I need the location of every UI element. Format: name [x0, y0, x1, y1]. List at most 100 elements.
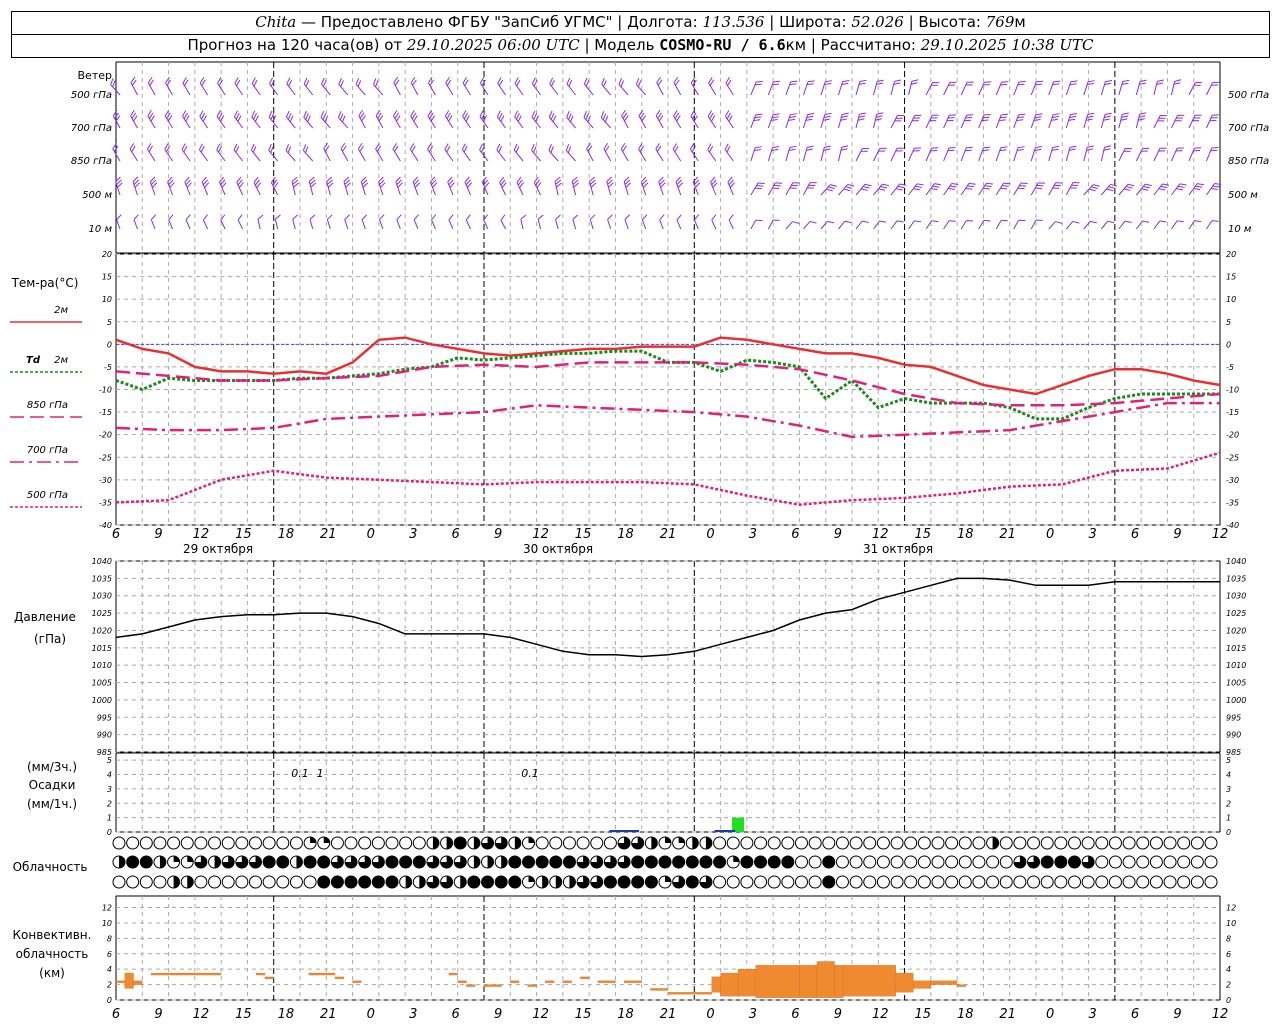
- cloud-fill-sector: [419, 876, 426, 888]
- cloud-circle: [358, 836, 372, 850]
- cloud-cover-icon: [699, 855, 713, 869]
- convective-bar: [352, 980, 362, 983]
- cloud-cover-icon: [153, 855, 167, 869]
- wind-barb-icon: [767, 182, 783, 196]
- wind-barb-staff: [147, 82, 156, 96]
- wind-barb-icon: [659, 214, 665, 230]
- wind-barb-staff: [586, 148, 594, 162]
- cloud-cover-icon: [249, 875, 262, 889]
- wind-barb-staff: [785, 182, 794, 196]
- wind-barb-icon: [708, 77, 717, 96]
- wind-barb-icon: [855, 148, 870, 162]
- cloud-cover-icon: [644, 836, 658, 850]
- time-axis-label: 6: [452, 1007, 460, 1022]
- cloud-circle: [644, 855, 658, 869]
- wind-barb-icon: [728, 214, 734, 230]
- cloud-circle: [194, 875, 208, 889]
- temp-tick-right: -10: [1226, 386, 1239, 395]
- wind-barb-staff: [251, 116, 261, 129]
- wind-barb-staff: [133, 219, 138, 230]
- cloud-circle: [986, 855, 1000, 869]
- wind-barb-staff: [396, 219, 401, 230]
- wind-barb-icon: [1188, 147, 1202, 162]
- wind-barb-icon: [520, 214, 527, 230]
- wind-barb-staff: [182, 115, 191, 129]
- wind-barb-feather: [589, 214, 596, 220]
- cloud-cover-icon: [494, 855, 508, 869]
- cloud-circle: [754, 836, 768, 850]
- time-axis-label: 3: [1088, 527, 1096, 542]
- wind-barb-feather: [1018, 80, 1026, 83]
- wind-barb-feather: [1038, 182, 1045, 184]
- wind-barb-staff: [708, 82, 717, 96]
- wind-barb-staff: [445, 82, 454, 96]
- cloud-circle: [863, 855, 877, 869]
- convective-bar: [597, 980, 616, 983]
- wind-barb-staff: [116, 219, 121, 230]
- wind-barb-feather: [842, 80, 850, 83]
- cloud-cover-icon: [795, 875, 808, 889]
- convective-panel: [115, 961, 967, 998]
- cloud-cover-icon: [590, 836, 604, 850]
- wind-barb-feather: [1053, 80, 1061, 83]
- wind-barb-icon: [707, 143, 717, 162]
- cloud-cover-icon: [808, 875, 822, 889]
- wind-barb-icon: [995, 146, 1008, 162]
- cloud-circle: [1068, 875, 1081, 889]
- wind-barb-staff: [855, 148, 863, 162]
- cloud-cover-icon: [1095, 875, 1109, 889]
- wind-barb-icon: [995, 182, 1011, 196]
- wind-barb-staff: [943, 82, 951, 96]
- wind-barb-icon: [533, 176, 542, 196]
- cloud-cover-icon: [740, 875, 754, 889]
- wind-barb-icon: [444, 110, 454, 129]
- wind-barb-feather: [257, 214, 264, 220]
- cloud-cover-icon: [467, 855, 481, 869]
- time-axis-label: 6: [1131, 527, 1139, 542]
- cloud-cover-icon: [358, 875, 372, 889]
- wind-barb-feather: [413, 214, 419, 221]
- time-axis-label: 21: [320, 527, 337, 542]
- wind-barb-staff: [1083, 81, 1089, 96]
- wind-barb-icon: [548, 110, 559, 129]
- wind-barb-staff: [1188, 82, 1196, 96]
- wind-barb-staff: [309, 219, 314, 230]
- convective-bar: [667, 992, 712, 995]
- wind-barb-staff: [890, 81, 895, 96]
- wind-barb-staff: [292, 219, 296, 230]
- wind-barb-staff: [1171, 220, 1178, 230]
- cloud-cover-icon: [1068, 836, 1081, 850]
- wind-barb-icon: [943, 114, 957, 129]
- cloud-cover-icon: [1027, 875, 1041, 889]
- wind-barb-staff: [321, 83, 331, 96]
- cloud-circle: [1027, 836, 1041, 850]
- cloud-cover-icon: [972, 855, 986, 869]
- cloud-cover-icon: [276, 855, 290, 869]
- wind-barb-feather: [1194, 147, 1202, 149]
- cloud-cover-icon: [1068, 875, 1081, 889]
- cloud-circle: [139, 836, 153, 850]
- temp-tick-right: -40: [1226, 521, 1239, 530]
- cloud-cover-icon: [126, 836, 140, 850]
- cloud-cover-icon: [194, 855, 208, 869]
- wind-barb-staff: [655, 148, 664, 162]
- cloud-circle: [167, 836, 181, 850]
- cloud-cover-icon: [1190, 855, 1204, 869]
- wind-barb-icon: [198, 143, 209, 162]
- convective-bar: [150, 972, 178, 976]
- wind-barb-staff: [803, 221, 811, 230]
- wind-barb-icon: [1188, 114, 1202, 129]
- cloud-circle: [890, 836, 904, 850]
- cloud-circle: [781, 836, 795, 850]
- cloud-cover-icon: [453, 875, 467, 889]
- cloud-circle: [590, 836, 604, 850]
- wind-barb-icon: [600, 111, 612, 129]
- wind-barb-icon: [1188, 220, 1202, 230]
- wind-barb-staff: [234, 116, 244, 129]
- wind-barb-icon: [785, 182, 800, 196]
- wind-barb-staff: [673, 115, 682, 129]
- conv-tick-right: 0: [1226, 996, 1231, 1005]
- cloud-cover-icon: [1054, 875, 1068, 889]
- wind-barb-icon: [257, 214, 264, 230]
- wind-barb-icon: [251, 110, 261, 129]
